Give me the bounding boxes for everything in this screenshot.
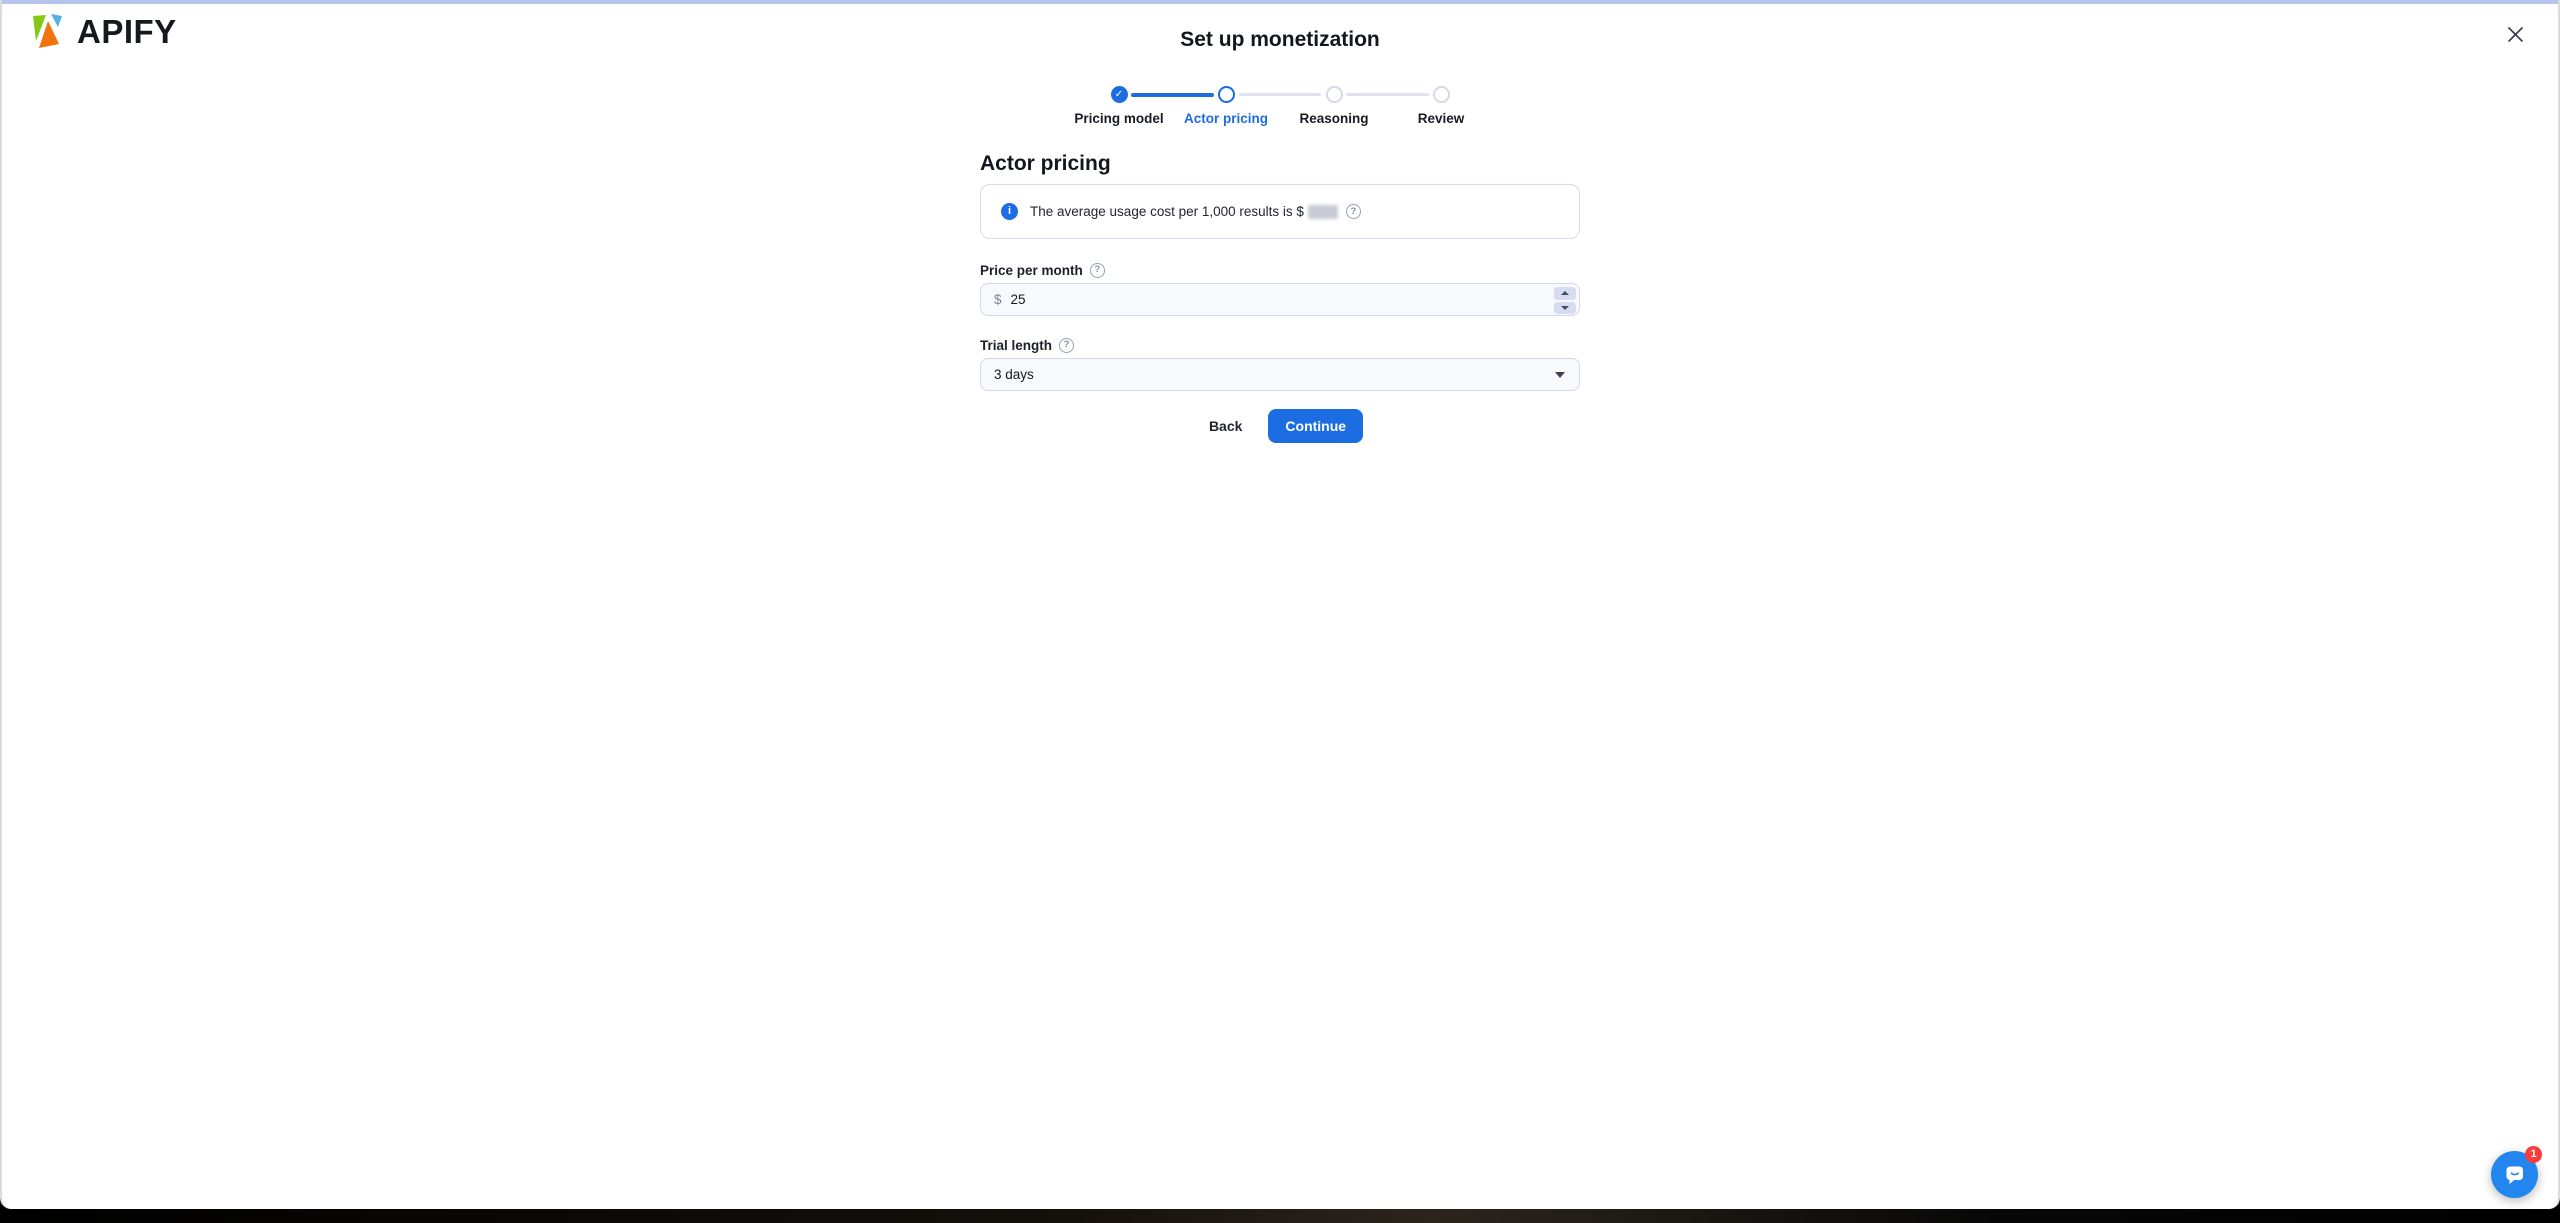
redacted-value — [1307, 204, 1338, 219]
check-icon: ✓ — [1114, 88, 1124, 100]
step-label-review[interactable]: Review — [1418, 111, 1465, 126]
back-button[interactable]: Back — [1197, 410, 1254, 442]
step-label-actor-pricing[interactable]: Actor pricing — [1184, 111, 1268, 126]
monetization-dialog: APIFY Set up monetization ✓ Pricing mode… — [0, 0, 2560, 1209]
window-top-edge — [2, 0, 2558, 4]
page: APIFY Set up monetization ✓ Pricing mode… — [0, 0, 2560, 1223]
step-label-pricing-model[interactable]: Pricing model — [1074, 111, 1163, 126]
price-per-month-label: Price per month — [980, 262, 1083, 278]
close-icon — [2507, 26, 2523, 42]
info-icon: i — [1001, 203, 1018, 220]
chevron-down-icon — [1555, 371, 1565, 378]
chat-bubble-icon — [2506, 1166, 2523, 1184]
step-circle-review[interactable] — [1432, 86, 1450, 103]
section-heading: Actor pricing — [980, 152, 1111, 175]
notification-badge: 1 — [2525, 1146, 2542, 1163]
chat-launcher-button[interactable]: 1 — [2491, 1146, 2542, 1198]
step-connector-done — [1131, 92, 1214, 97]
step-connector — [1239, 93, 1321, 96]
dialog-title: Set up monetization — [1180, 28, 1380, 51]
help-icon[interactable]: ? — [1345, 204, 1361, 219]
close-button[interactable] — [2503, 22, 2527, 46]
step-connector — [1346, 93, 1429, 96]
step-circle-reasoning[interactable] — [1325, 86, 1343, 103]
trial-length-label: Trial length — [980, 337, 1053, 353]
step-circle-pricing-model[interactable]: ✓ — [1110, 86, 1128, 103]
trial-length-select[interactable]: 3 days — [980, 358, 1580, 391]
actor-pricing-section: Actor pricing i The average usage cost p… — [980, 152, 1580, 443]
trial-length-label-row: Trial length ? — [980, 337, 1580, 353]
caret-down-icon — [1561, 305, 1569, 310]
dialog-footer: Back Continue — [980, 409, 1580, 443]
help-icon[interactable]: ? — [1059, 337, 1075, 353]
step-label-reasoning[interactable]: Reasoning — [1299, 111, 1368, 126]
stepper: ✓ Pricing model Actor pricing Reasoning … — [1074, 86, 1464, 132]
caret-up-icon — [1561, 291, 1569, 296]
continue-button[interactable]: Continue — [1268, 409, 1364, 443]
price-per-month-label-row: Price per month ? — [980, 262, 1580, 278]
info-banner-text: The average usage cost per 1,000 results… — [1030, 204, 1304, 219]
help-icon[interactable]: ? — [1089, 262, 1105, 278]
info-banner: i The average usage cost per 1,000 resul… — [980, 184, 1580, 239]
decrement-button[interactable] — [1554, 301, 1576, 314]
currency-prefix: $ — [994, 292, 1002, 307]
increment-button[interactable] — [1554, 287, 1576, 300]
price-input[interactable] — [1010, 292, 1431, 307]
step-circle-actor-pricing[interactable] — [1217, 86, 1235, 103]
number-steppers — [1554, 287, 1576, 314]
trial-length-selected-value: 3 days — [994, 367, 1034, 382]
price-input-group: $ — [980, 283, 1580, 316]
